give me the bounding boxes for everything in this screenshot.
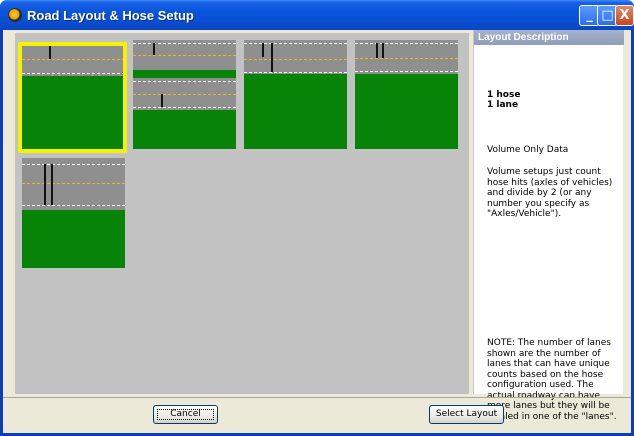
hose <box>376 43 378 58</box>
close-icon: X <box>619 8 630 23</box>
center-line <box>355 58 458 59</box>
lane-edge-line <box>22 45 125 46</box>
lane-edge-line <box>244 43 347 44</box>
lane-edge-line <box>355 71 458 72</box>
center-line <box>244 59 347 60</box>
description-text: Volume setups just count hose hits (axle… <box>487 167 613 219</box>
lane-edge-line <box>22 205 125 206</box>
road <box>244 40 347 74</box>
hose <box>44 164 46 205</box>
lane-edge-line <box>22 73 125 74</box>
hose <box>161 94 163 107</box>
center-line <box>133 55 236 56</box>
hose <box>153 43 155 55</box>
center-line <box>133 94 236 95</box>
select-layout-button[interactable]: Select Layout <box>429 405 504 424</box>
select-layout-button-label: Select Layout <box>435 409 498 419</box>
description-hose-lane-count: 1 hose 1 lane <box>487 90 520 110</box>
hose <box>51 164 53 205</box>
hose <box>49 45 51 59</box>
window-title: Road Layout & Hose Setup <box>27 8 194 23</box>
hose <box>382 43 384 58</box>
layout-thumbnail-2hose-1lane[interactable] <box>22 158 125 268</box>
lane-edge-line <box>133 81 236 82</box>
hose <box>262 43 264 57</box>
lane-edge-line <box>244 72 347 73</box>
layout-thumbnail-2hose-1lane[interactable] <box>244 40 347 149</box>
close-button[interactable]: X <box>615 5 634 26</box>
layout-thumbnail-2hose-1lane[interactable] <box>355 40 458 149</box>
layout-description-panel: Layout Description 1 hose 1 lane Volume … <box>473 30 624 422</box>
app-icon <box>8 8 22 22</box>
focus-rectangle <box>157 409 214 420</box>
lane-edge-line <box>355 43 458 44</box>
layout-thumbnail-1hose-1lane[interactable] <box>22 42 125 151</box>
title-bar[interactable]: Road Layout & Hose Setup _ □ X <box>0 0 634 30</box>
lane-edge-line <box>133 107 236 108</box>
road <box>22 158 125 210</box>
lane-count: 1 lane <box>487 100 519 110</box>
description-header: Layout Description <box>474 30 624 45</box>
layout-grid <box>15 33 469 394</box>
center-line <box>22 183 125 184</box>
lane-edge-line <box>133 43 236 44</box>
description-note: NOTE: The number of lanes shown are the … <box>487 338 617 422</box>
road <box>355 40 458 74</box>
cancel-button[interactable]: Cancel <box>153 405 218 424</box>
footer-divider <box>3 397 631 398</box>
lane-edge-line <box>22 164 125 165</box>
dialog-window: Road Layout & Hose Setup _ □ X Layout De… <box>0 0 634 436</box>
layout-thumbnail-1hose-2lane[interactable] <box>133 40 236 149</box>
hose <box>271 43 273 72</box>
hose-count: 1 hose <box>487 90 521 100</box>
data-type-label: Volume Only Data <box>487 145 569 155</box>
center-line <box>22 59 125 60</box>
